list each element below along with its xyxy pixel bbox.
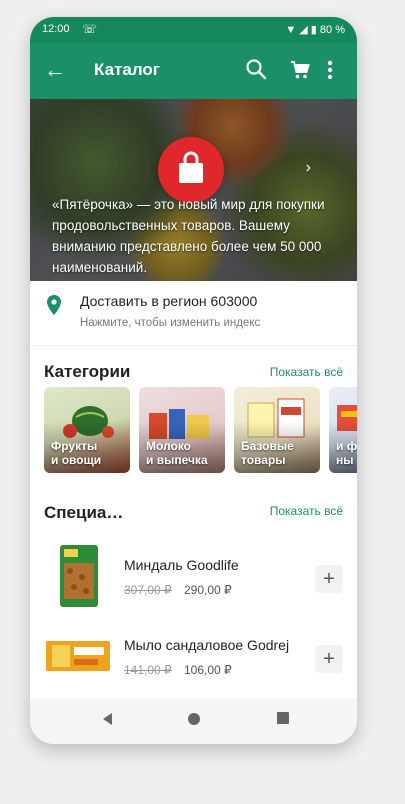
phone-screen: 12:00 ☏ ▼ ◢ ▮ 80 % ← Каталог › «Пятёрочк… (30, 17, 357, 744)
back-arrow-icon[interactable]: ← (44, 57, 66, 83)
product-image-soap (46, 623, 112, 689)
category-card-partial[interactable]: и ф ны (329, 387, 357, 473)
product-name: Мыло сандаловое Godrej (124, 637, 290, 653)
product-new-price: 106,00 ₽ (184, 663, 232, 677)
app-bar: ← Каталог (30, 43, 357, 99)
battery-level: 80 % (319, 24, 345, 36)
product-old-price: 141,00 ₽ (124, 663, 172, 677)
status-time: 12:00 (42, 23, 70, 35)
categories-carousel: Фрукты и овощи Молоко и выпечка Базовые тов… (44, 387, 357, 473)
add-to-cart-button[interactable]: + (315, 565, 343, 593)
product-old-price: 307,00 ₽ (124, 583, 172, 597)
specials-show-all-link[interactable]: Показать всё (270, 504, 343, 518)
promo-banner[interactable]: › «Пятёрочка» — это новый мир для покупк… (30, 99, 357, 281)
delivery-title: Доставить в регион 603000 (80, 293, 258, 309)
category-card-fruits[interactable]: Фрукты и овощи (44, 387, 130, 473)
product-new-price: 290,00 ₽ (184, 583, 232, 597)
cart-icon[interactable] (288, 58, 312, 87)
nav-home-icon[interactable] (186, 711, 202, 732)
add-to-cart-button[interactable]: + (315, 645, 343, 673)
page-title: Каталог (94, 60, 160, 79)
search-icon[interactable] (244, 57, 268, 86)
wifi-icon: ▼ (285, 24, 297, 36)
battery-icon: ▮ (310, 24, 317, 36)
delivery-subtitle: Нажмите, чтобы изменить индекс (80, 317, 261, 329)
signal-icon: ◢ (299, 24, 308, 36)
category-label: и ф ны (336, 439, 357, 467)
categories-show-all-link[interactable]: Показать всё (270, 365, 343, 379)
specials-title: Специа… (44, 503, 124, 522)
category-label: Базовые товары (241, 439, 294, 467)
categories-title: Категории (44, 362, 131, 381)
product-image-almond (46, 543, 112, 609)
delivery-region[interactable]: Доставить в регион 603000 Нажмите, чтобы… (30, 281, 357, 346)
nav-back-icon[interactable] (100, 711, 114, 732)
chevron-right-icon: › (305, 159, 311, 176)
category-card-milk-bakery[interactable]: Молоко и выпечка (139, 387, 225, 473)
banner-text: «Пятёрочка» — это новый мир для покупки … (52, 197, 325, 275)
nav-recents-icon[interactable] (276, 711, 290, 730)
more-options-icon[interactable] (326, 59, 334, 86)
whatsapp-icon: ☏ (82, 22, 98, 36)
status-right: ▼ ◢ ▮ 80 % (285, 23, 345, 36)
category-label: Фрукты и овощи (51, 439, 102, 467)
product-name: Миндаль Goodlife (124, 557, 239, 573)
product-row[interactable]: Миндаль Goodlife 307,00 ₽ 290,00 ₽ + (30, 539, 357, 615)
product-row[interactable]: Мыло сандаловое Godrej 141,00 ₽ 106,00 ₽… (30, 619, 357, 695)
status-bar: 12:00 ☏ ▼ ◢ ▮ 80 % (30, 17, 357, 43)
category-label: Молоко и выпечка (146, 439, 208, 467)
system-nav-bar (30, 699, 357, 744)
category-card-basic-goods[interactable]: Базовые товары (234, 387, 320, 473)
location-pin-icon (46, 294, 62, 321)
